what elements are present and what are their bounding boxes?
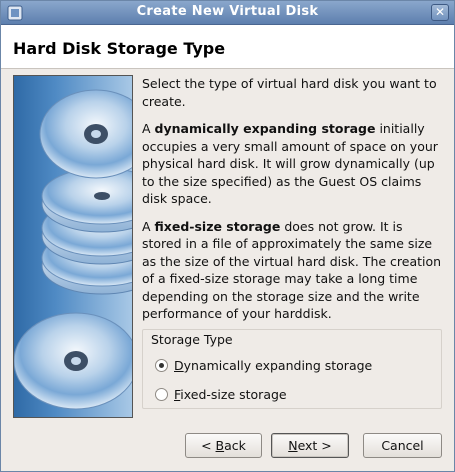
fixed-prefix: A bbox=[142, 218, 155, 234]
fixed-paragraph: A fixed-size storage does not grow. It i… bbox=[142, 218, 446, 323]
radio-button-unchecked[interactable] bbox=[155, 387, 168, 401]
radio-fixed-storage[interactable]: Fixed-size storage bbox=[155, 385, 287, 403]
radio-dynamic-label: Dynamically expanding storage bbox=[174, 358, 372, 373]
back-prefix: < bbox=[201, 438, 216, 453]
radio-button-checked[interactable] bbox=[155, 358, 168, 372]
fixed-bold: fixed-size storage bbox=[154, 218, 281, 234]
storage-type-group: Storage Type Dynamically expanding stora… bbox=[142, 329, 442, 409]
fixed-label-rest: ixed-size storage bbox=[180, 386, 287, 402]
page-title: Hard Disk Storage Type bbox=[13, 39, 226, 58]
dynamic-bold: dynamically expanding storage bbox=[154, 121, 376, 136]
back-mnemonic: B bbox=[215, 438, 225, 453]
next-button[interactable]: Next > bbox=[271, 433, 349, 458]
page-header: Hard Disk Storage Type bbox=[1, 25, 454, 69]
description-text: Select the type of virtual hard disk you… bbox=[142, 75, 446, 333]
window-title: Create New Virtual Disk bbox=[136, 4, 319, 19]
dynamic-label-rest: ynamically expanding storage bbox=[183, 357, 373, 373]
next-mnemonic: N bbox=[288, 438, 298, 453]
title-bar[interactable]: Create New Virtual Disk ✕ bbox=[1, 1, 454, 25]
disk-stack-image bbox=[13, 75, 133, 418]
storage-type-label: Storage Type bbox=[151, 332, 233, 347]
cancel-button[interactable]: Cancel bbox=[363, 433, 442, 458]
mnemonic-d: D bbox=[174, 357, 184, 373]
disk-stack-illustration bbox=[14, 89, 132, 410]
next-rest: ext > bbox=[297, 438, 332, 453]
intro-paragraph: Select the type of virtual hard disk you… bbox=[142, 76, 437, 109]
dynamic-paragraph: A dynamically expanding storage initiall… bbox=[142, 120, 446, 208]
dynamic-prefix: A bbox=[142, 121, 155, 136]
dialog-window: Create New Virtual Disk ✕ Hard Disk Stor… bbox=[0, 0, 455, 472]
close-button[interactable]: ✕ bbox=[431, 4, 449, 21]
back-button[interactable]: < Back bbox=[185, 433, 262, 458]
radio-dynamic-storage[interactable]: Dynamically expanding storage bbox=[155, 356, 372, 374]
back-rest: ack bbox=[224, 438, 246, 453]
radio-fixed-label: Fixed-size storage bbox=[174, 387, 287, 402]
